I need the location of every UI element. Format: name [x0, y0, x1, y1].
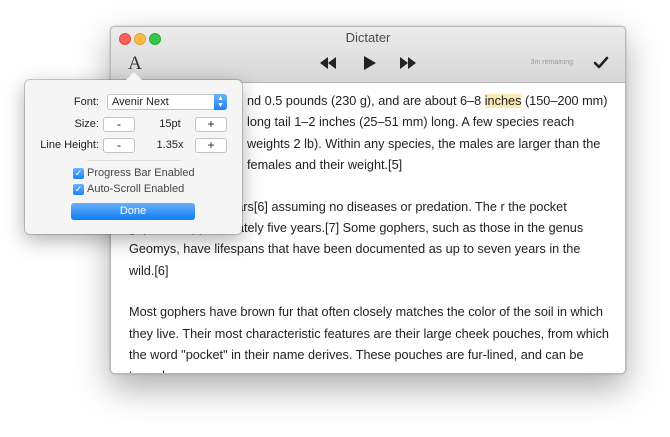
- line-height-increase-button[interactable]: +: [195, 138, 227, 153]
- fast-forward-icon: [400, 57, 416, 69]
- progress-bar-label: Progress Bar Enabled: [87, 167, 195, 179]
- toolbar: Dictater A 3m remaining: [111, 27, 625, 83]
- finish-button[interactable]: [593, 55, 609, 71]
- select-arrows-icon: ▲ ▼: [214, 94, 227, 110]
- time-remaining: 3m remaining: [530, 59, 573, 66]
- paragraph-1-start: nd 0.5 pounds (230 g), and are about 6–8: [247, 94, 485, 108]
- auto-scroll-checkbox[interactable]: ✓: [73, 184, 84, 195]
- divider: [87, 160, 181, 161]
- popover-arrow: [126, 72, 142, 80]
- font-label: Font:: [73, 96, 99, 108]
- rewind-icon: [320, 57, 336, 69]
- line-height-label: Line Height:: [40, 139, 99, 151]
- checkmark-icon: [593, 56, 609, 69]
- line-height-decrease-button[interactable]: -: [103, 138, 135, 153]
- size-decrease-button[interactable]: -: [103, 117, 135, 132]
- play-icon: [364, 56, 376, 70]
- line-height-value: 1.35x: [156, 139, 184, 151]
- play-button[interactable]: [361, 55, 379, 71]
- size-label: Size:: [74, 118, 99, 130]
- font-select-value: Avenir Next: [112, 96, 169, 108]
- done-button[interactable]: Done: [71, 203, 195, 220]
- auto-scroll-label: Auto-Scroll Enabled: [87, 183, 185, 195]
- highlighted-word: inches: [484, 94, 522, 108]
- font-settings-popover: Font: Avenir Next ▲ ▼ Size: - 15pt + Line…: [25, 72, 242, 234]
- paragraph-3: Most gophers have brown fur that often c…: [129, 305, 609, 373]
- progress-bar-checkbox[interactable]: ✓: [73, 168, 84, 179]
- fast-forward-button[interactable]: [399, 55, 417, 71]
- size-value: 15pt: [159, 118, 181, 130]
- rewind-button[interactable]: [319, 55, 337, 71]
- size-increase-button[interactable]: +: [195, 117, 227, 132]
- window-title: Dictater: [345, 30, 391, 45]
- font-select[interactable]: Avenir Next ▲ ▼: [107, 94, 227, 110]
